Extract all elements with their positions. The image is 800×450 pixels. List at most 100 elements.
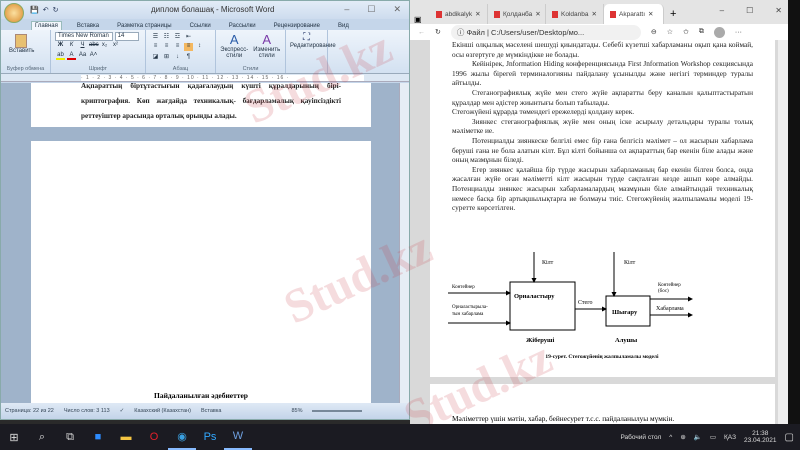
- tab-actions-icon[interactable]: ▣: [414, 15, 430, 24]
- borders-icon[interactable]: ⊞: [162, 53, 171, 61]
- word-count[interactable]: Число слов: 3 113: [64, 408, 110, 414]
- multilevel-icon[interactable]: ☲: [173, 33, 182, 41]
- pdf-viewer[interactable]: Екінші олқылық мәселені шешуді қиындатад…: [410, 40, 788, 424]
- page-count[interactable]: Страница: 22 из 22: [5, 408, 54, 414]
- language-indicator[interactable]: ҚАЗ: [724, 434, 736, 441]
- editing-button[interactable]: ⛶ Редактирование: [286, 30, 336, 73]
- word-window: 💾 ↶ ↻ диплом болашақ - Microsoft Word – ☐ ✕ …: [0, 0, 410, 420]
- tab-review[interactable]: Рецензирование: [271, 22, 323, 30]
- browser-tab[interactable]: Koldanba ✕: [546, 4, 604, 24]
- insert-mode[interactable]: Вставка: [201, 408, 221, 414]
- profile-avatar[interactable]: [713, 26, 725, 38]
- spellcheck-icon[interactable]: ✓: [120, 408, 125, 414]
- indent-icon[interactable]: ⇤: [184, 33, 193, 41]
- tab-insert[interactable]: Вставка: [74, 22, 102, 30]
- maximize-button[interactable]: ☐: [746, 6, 753, 15]
- start-button[interactable]: ⊞: [0, 424, 28, 450]
- underline-button[interactable]: Ч: [78, 42, 87, 50]
- zoom-slider[interactable]: [312, 410, 363, 412]
- italic-button[interactable]: К: [67, 42, 76, 50]
- clock[interactable]: 21:38 23.04.2021: [744, 430, 777, 444]
- highlight-icon[interactable]: ab: [56, 52, 65, 60]
- bullets-icon[interactable]: ☰: [151, 33, 160, 41]
- tab-view[interactable]: Вид: [335, 22, 352, 30]
- bold-button[interactable]: Ж: [56, 42, 65, 50]
- minimize-button[interactable]: –: [720, 6, 724, 15]
- refresh-icon[interactable]: ↻: [435, 28, 441, 36]
- close-tab-icon[interactable]: ✕: [535, 10, 540, 18]
- more-icon[interactable]: ···: [735, 29, 742, 36]
- font-color-icon[interactable]: A: [67, 52, 76, 60]
- paste-button[interactable]: Вставить: [9, 48, 46, 54]
- window-title: диплом болашақ - Microsoft Word: [151, 5, 275, 14]
- sort-icon[interactable]: ↓: [173, 54, 182, 62]
- font-size-select[interactable]: 14: [114, 32, 139, 41]
- browser-tab-active[interactable]: Akparattı ✕: [604, 4, 664, 24]
- justify-icon[interactable]: ≡: [184, 43, 193, 51]
- favorites-icon[interactable]: ✩: [683, 28, 689, 36]
- receiver-label: Алушы: [615, 337, 637, 344]
- message-label: Орналастырыла-: [452, 305, 488, 310]
- pdf-scrollbar[interactable]: [778, 40, 788, 424]
- align-left-icon[interactable]: ≡: [151, 43, 160, 51]
- align-center-icon[interactable]: ≡: [162, 43, 171, 51]
- maximize-button[interactable]: ☐: [367, 4, 375, 15]
- numbering-icon[interactable]: ☷: [162, 33, 171, 41]
- zoom-level[interactable]: 85%: [291, 408, 302, 414]
- favorite-add-icon[interactable]: ☆: [667, 28, 673, 36]
- search-icon[interactable]: ⌕: [28, 424, 56, 450]
- strikethrough-button[interactable]: abc: [89, 42, 99, 50]
- horizontal-ruler[interactable]: · 1 · 2 · 3 · 4 · 5 · 6 · 7 · 8 · 9 · 10…: [1, 74, 409, 82]
- collections-icon[interactable]: ⧉: [699, 28, 704, 36]
- change-case-icon[interactable]: Aa: [78, 52, 87, 60]
- tab-home[interactable]: Главная: [31, 21, 62, 30]
- close-button[interactable]: ✕: [775, 6, 782, 15]
- edge-icon[interactable]: ◉: [168, 424, 196, 450]
- redo-icon[interactable]: ↻: [53, 6, 59, 14]
- subscript-button[interactable]: x₂: [100, 42, 109, 50]
- document-area[interactable]: Ақпараттың біртұтастығын қадағалаудың кү…: [1, 83, 401, 403]
- zoom-app-icon[interactable]: ■: [84, 424, 112, 450]
- shading-icon[interactable]: ◪: [151, 53, 160, 61]
- close-tab-icon[interactable]: ✕: [591, 10, 596, 18]
- volume-icon[interactable]: 🔈: [694, 433, 702, 441]
- paste-icon[interactable]: [15, 34, 27, 48]
- language-status[interactable]: Казахский (Казахстан): [134, 408, 191, 414]
- browser-tab[interactable]: Қолданба ✕: [488, 4, 546, 24]
- font-name-select[interactable]: Times New Roman: [55, 32, 113, 41]
- save-icon[interactable]: 💾: [30, 6, 39, 14]
- zoom-icon[interactable]: ⊖: [651, 28, 657, 36]
- grow-font-icon[interactable]: A˄: [89, 52, 98, 60]
- undo-icon[interactable]: ↶: [43, 6, 49, 14]
- file-explorer-icon[interactable]: ▬: [112, 424, 140, 450]
- opera-icon[interactable]: O: [140, 424, 168, 450]
- clipboard-group-label: Буфер обмена: [6, 66, 45, 72]
- superscript-button[interactable]: x²: [111, 42, 120, 50]
- browser-tab[interactable]: abdikalyk ✕: [430, 4, 488, 24]
- tab-mailings[interactable]: Рассылки: [226, 22, 259, 30]
- new-tab-button[interactable]: +: [670, 8, 676, 20]
- close-tab-icon[interactable]: ✕: [648, 10, 653, 18]
- close-button[interactable]: ✕: [393, 4, 401, 15]
- pilcrow-icon[interactable]: ¶: [184, 54, 193, 62]
- back-icon[interactable]: ←: [418, 29, 425, 36]
- tab-references[interactable]: Ссылки: [187, 22, 214, 30]
- line-spacing-icon[interactable]: ↕: [195, 43, 204, 51]
- network-icon[interactable]: ⊕: [680, 433, 685, 441]
- next-page-text: Мәліметтер үшін мәтін, хабар, бейнесурет…: [452, 414, 675, 423]
- word-icon[interactable]: W: [224, 424, 252, 450]
- align-right-icon[interactable]: ≡: [173, 43, 182, 51]
- chevron-up-icon[interactable]: ^: [669, 434, 672, 441]
- notifications-icon[interactable]: ▢: [785, 432, 794, 443]
- battery-icon[interactable]: ▭: [710, 433, 716, 441]
- paragraph-group: ☰ ☷ ☲ ⇤ ≡ ≡ ≡ ≡ ↕ ◪ ⊞ ↓ ¶ Абзац: [146, 30, 216, 73]
- minimize-button[interactable]: –: [344, 4, 349, 15]
- tab-page-layout[interactable]: Разметка страницы: [114, 22, 174, 30]
- task-view-icon[interactable]: ⧉: [56, 424, 84, 450]
- photoshop-icon[interactable]: Ps: [196, 424, 224, 450]
- desktop-toolbar[interactable]: Рабочий стол: [620, 434, 661, 441]
- address-bar[interactable]: ⓘ Файл | C:/Users/user/Desktop/мо...: [450, 24, 641, 40]
- close-tab-icon[interactable]: ✕: [475, 10, 480, 18]
- office-button[interactable]: [4, 3, 24, 23]
- vertical-scrollbar[interactable]: [399, 83, 409, 403]
